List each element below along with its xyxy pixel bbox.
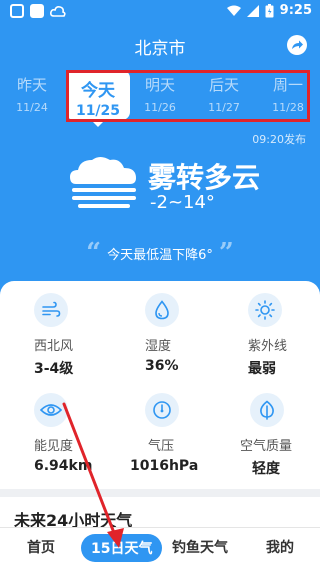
detail-label: 空气质量 [240,439,293,454]
detail-pressure: 气压 1016hPa [130,393,236,474]
detail-value: 3-4级 [34,361,74,377]
notification-icons [10,4,66,18]
notification-icon [10,4,24,18]
pressure-icon [145,393,179,427]
detail-value: 1016hPa [130,458,199,474]
status-time: 9:25 [279,3,312,18]
eye-icon [34,393,68,427]
tab-name: 昨天 [16,76,47,94]
detail-label: 气压 [148,439,175,454]
wind-icon [34,293,68,327]
detail-uv: 紫外线 最弱 [248,293,320,378]
detail-label: 湿度 [145,339,172,354]
tab-date: 11/24 [16,101,48,114]
system-icons: 9:25 [226,3,312,18]
nav-mine[interactable]: 我的 [266,537,294,557]
fog-cloud-icon [70,157,136,208]
status-bar: 9:25 [0,0,320,24]
detail-value: 36% [145,358,179,374]
open-quote-icon: “ [86,238,102,268]
detail-value: 最弱 [248,361,276,377]
sun-icon [248,293,282,327]
annotation-highlight-box [66,70,310,122]
signal-icon [246,4,259,17]
tab-yesterday[interactable]: 昨天 11/24 [2,74,62,114]
tip-text: 今天最低温下降6° [107,247,213,263]
bottom-nav: 首页 15日天气 钓鱼天气 我的 [0,527,320,569]
temperature-tip: “ 今天最低温下降6° ” [0,238,320,268]
detail-value: 轻度 [252,461,280,477]
detail-label: 西北风 [34,339,74,354]
nav-home[interactable]: 首页 [27,537,55,557]
detail-air-quality: 空气质量 轻度 [240,393,320,478]
cloud-notification-icon [50,6,66,17]
battery-icon [265,3,274,17]
close-quote-icon: ” [218,238,234,268]
weather-condition: 雾转多云 [148,161,261,194]
nav-fishing-weather[interactable]: 钓鱼天气 [172,537,228,557]
detail-wind: 西北风 3-4级 [34,293,140,378]
city-title[interactable]: 北京市 [0,34,320,59]
hourly-forecast-section: 未来24小时天气 [0,489,320,530]
publish-time: 09:20发布 [252,133,306,146]
detail-label: 紫外线 [248,339,288,354]
leaf-icon [250,393,284,427]
temperature-range: -2~14° [150,192,215,213]
weather-details-panel: 西北风 3-4级 湿度 36% 紫外线 最弱 能见度 6.94km 气压 101… [0,281,320,489]
notification-icon [30,4,44,18]
detail-visibility: 能见度 6.94km [34,393,140,474]
nav-15-day-weather[interactable]: 15日天气 [81,534,163,562]
humidity-icon [145,293,179,327]
app-header: 北京市 [0,30,320,60]
detail-humidity: 湿度 36% [145,293,251,374]
wifi-icon [226,5,241,16]
detail-label: 能见度 [34,439,74,454]
share-icon[interactable] [286,34,308,56]
detail-value: 6.94km [34,458,93,474]
